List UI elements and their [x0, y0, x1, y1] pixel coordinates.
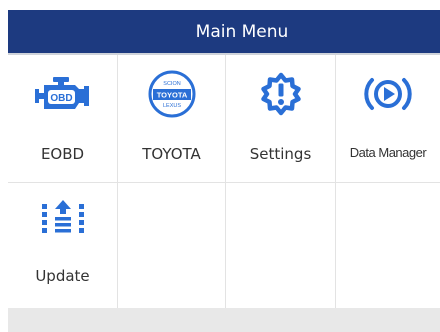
page-title: Main Menu [195, 22, 289, 42]
diagnostic-screen: Main Menu OBD EOBD SCION TOYOTA LEXUS TO… [8, 10, 440, 332]
engine-obd-icon: OBD [8, 73, 117, 115]
menu-item-settings[interactable]: Settings [226, 55, 336, 183]
menu-grid: OBD EOBD SCION TOYOTA LEXUS TOYOTA Setti… [8, 55, 440, 310]
empty-tile [336, 183, 440, 310]
gear-icon [226, 72, 335, 116]
menu-item-eobd[interactable]: OBD EOBD [8, 55, 118, 183]
svg-text:LEXUS: LEXUS [162, 103, 180, 109]
menu-item-toyota[interactable]: SCION TOYOTA LEXUS TOYOTA [118, 55, 226, 183]
toyota-logo-icon: SCION TOYOTA LEXUS [118, 70, 225, 118]
empty-tile [226, 183, 336, 310]
svg-text:SCION: SCION [163, 81, 180, 87]
svg-text:OBD: OBD [50, 93, 72, 104]
play-icon [336, 73, 440, 115]
header-bar: Main Menu [8, 10, 440, 55]
menu-item-update[interactable]: Update [8, 183, 118, 310]
menu-item-label: Update [35, 267, 90, 285]
menu-item-label: TOYOTA [142, 145, 201, 163]
menu-item-label: EOBD [40, 145, 85, 163]
empty-tile [118, 183, 226, 310]
update-icon [8, 197, 117, 239]
svg-text:TOYOTA: TOYOTA [156, 91, 187, 100]
menu-item-label: Data Manager [349, 145, 427, 160]
menu-item-data-manager[interactable]: Data Manager [336, 55, 440, 183]
menu-item-label: Settings [249, 145, 312, 163]
footer-bar [8, 308, 440, 332]
